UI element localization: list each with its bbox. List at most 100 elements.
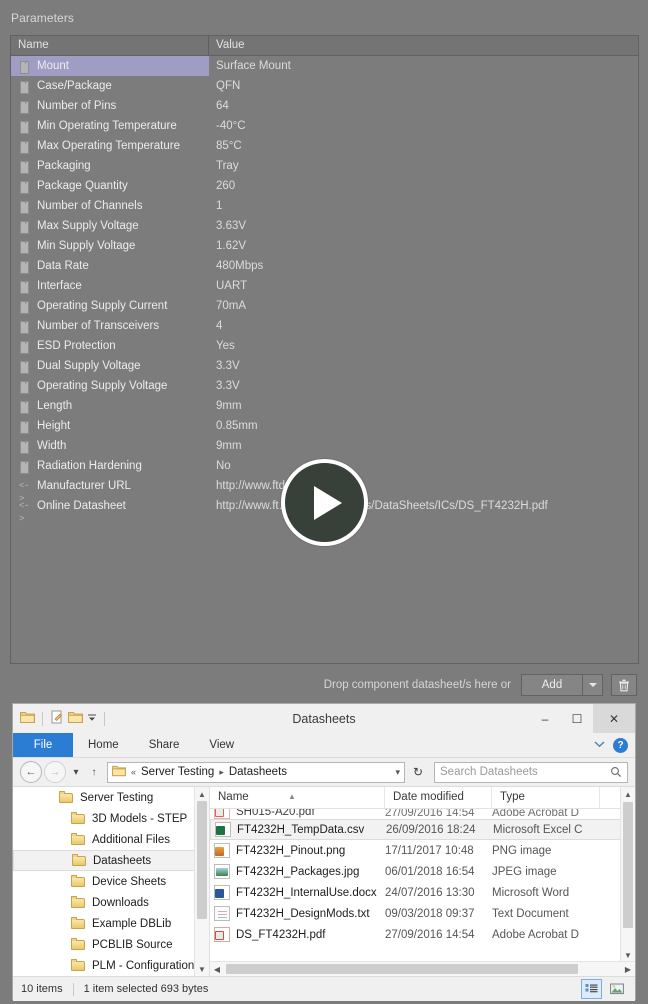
explorer-title-bar[interactable]: Datasheets – ☐ ✕ [13,704,635,733]
chevron-up-icon[interactable]: ▲ [621,787,635,801]
parameter-row[interactable]: Max Operating Temperature 85°C [11,136,638,156]
tree-item-device-sheets[interactable]: Device Sheets [13,871,209,892]
parameter-row[interactable]: Length 9mm [11,396,638,416]
table-row[interactable]: SH015-A20.pdf 27/09/2016 14:54 Adobe Acrob… [210,809,635,819]
help-icon[interactable]: ? [613,737,628,753]
tab-share[interactable]: Share [134,733,195,757]
breadcrumb-item-server-testing[interactable]: Server Testing [141,766,214,778]
large-icons-view-icon[interactable] [606,979,627,999]
parameter-row[interactable]: Max Supply Voltage 3.63V [11,216,638,236]
column-header-date-modified[interactable]: Date modified [385,787,492,808]
tree-item-label: PLM - Configuration [92,959,195,972]
column-header-name[interactable]: Name [11,36,209,55]
column-header-name[interactable]: Name ▲ [210,787,385,808]
file-list-hscrollbar[interactable]: ◀ ▶ [210,961,635,976]
maximize-button[interactable]: ☐ [561,704,593,733]
parameter-name-label: Max Operating Temperature [37,140,180,152]
parameter-row[interactable]: Width 9mm [11,436,638,456]
add-button[interactable]: Add [521,674,583,696]
parameter-row[interactable]: Operating Supply Voltage 3.3V [11,376,638,396]
parameter-row[interactable]: Number of Channels 1 [11,196,638,216]
delete-datasheet-button[interactable] [611,674,637,696]
nav-scroll-thumb[interactable] [197,801,207,919]
parameter-row[interactable]: Mount Surface Mount [11,56,638,76]
add-dropdown-button[interactable] [583,674,603,696]
tree-item-additional-files[interactable]: Additional Files [13,829,209,850]
parameter-row[interactable]: Min Supply Voltage 1.62V [11,236,638,256]
tree-item-example-dblib[interactable]: Example DBLib [13,913,209,934]
parameter-row[interactable]: Dual Supply Voltage 3.3V [11,356,638,376]
parameter-row[interactable]: Min Operating Temperature -40°C [11,116,638,136]
breadcrumb[interactable]: « Server Testing ▸ Datasheets ▾ [107,761,405,783]
parameter-row[interactable]: Number of Pins 64 [11,96,638,116]
customize-qat-icon[interactable] [87,711,97,726]
refresh-icon[interactable]: ↻ [407,761,429,784]
chevron-down-icon[interactable]: ▼ [195,962,209,976]
search-input[interactable]: Search Datasheets [434,761,628,783]
table-row[interactable]: FT4232H_Packages.jpg 06/01/2018 16:54 JPEG… [210,861,635,882]
parameter-row[interactable]: Packaging Tray [11,156,638,176]
table-row[interactable]: FT4232H_Pinout.png 17/11/2017 10:48 PNG im… [210,840,635,861]
tree-item-plm-configuration[interactable]: PLM - Configuration [13,955,209,976]
chevron-up-icon[interactable]: ▲ [195,787,209,801]
tree-item-pcblib-source[interactable]: PCBLIB Source [13,934,209,955]
column-header-value[interactable]: Value [209,36,638,55]
table-row[interactable]: DS_FT4232H.pdf 27/09/2016 14:54 Adobe Acro… [210,924,635,945]
parameter-row[interactable]: Case/Package QFN [11,76,638,96]
properties-icon[interactable] [50,710,64,727]
parameter-row[interactable]: Operating Supply Current 70mA [11,296,638,316]
parameter-name-cell: Interface [11,276,209,296]
hscroll-thumb[interactable] [226,964,578,974]
table-row[interactable]: FT4232H_InternalUse.docx 24/07/2016 13:30… [210,882,635,903]
folder-icon [71,833,86,846]
chevron-down-icon[interactable]: ▾ [395,767,400,778]
breadcrumb-separator[interactable]: ▸ [219,767,224,778]
forward-arrow-icon[interactable]: → [44,761,66,783]
new-folder-icon[interactable] [68,710,83,727]
document-icon [19,380,30,394]
chevron-right-icon[interactable]: ▶ [621,965,635,974]
parameter-name-cell: Max Operating Temperature [11,136,209,156]
back-arrow-icon[interactable]: ← [20,761,42,783]
tree-item-server-testing[interactable]: Server Testing [13,787,209,808]
chevron-left-icon[interactable]: ◀ [210,965,224,974]
parameter-row[interactable]: Package Quantity 260 [11,176,638,196]
parameter-value-cell: 0.85mm [216,420,258,432]
recent-locations-icon[interactable]: ▾ [68,762,84,782]
parameter-row[interactable]: ESD Protection Yes [11,336,638,356]
breadcrumb-overflow[interactable]: « [131,767,136,777]
tree-item-label: Device Sheets [92,875,167,888]
minimize-button[interactable]: – [529,704,561,733]
table-row[interactable]: FT4232H_TempData.csv 26/09/2016 18:24 Micr… [210,819,635,840]
column-header-type[interactable]: Type [492,787,600,808]
chevron-down-icon[interactable] [594,739,605,751]
tree-item-datasheets[interactable]: Datasheets [13,850,209,871]
chevron-down-icon[interactable]: ▼ [621,948,635,962]
parameter-value-cell: 9mm [216,440,242,452]
tree-item-downloads[interactable]: Downloads [13,892,209,913]
parameters-title: Parameters [11,11,75,25]
close-button[interactable]: ✕ [593,704,635,733]
breadcrumb-item-datasheets[interactable]: Datasheets [229,766,287,778]
search-placeholder: Search Datasheets [440,766,538,778]
parameters-grid[interactable]: Name Value Mount Surface Mount Case/Packag… [10,35,639,664]
tab-home[interactable]: Home [73,733,134,757]
parameter-row[interactable]: Height 0.85mm [11,416,638,436]
folder-icon[interactable] [20,710,35,727]
parameter-row[interactable]: Data Rate 480Mbps [11,256,638,276]
parameter-row[interactable]: Interface UART [11,276,638,296]
document-icon [19,340,30,354]
document-icon [19,320,30,334]
parameter-name-label: Case/Package [37,80,112,92]
up-arrow-icon[interactable]: ↑ [86,762,102,782]
tree-item-3d-models-step[interactable]: 3D Models - STEP [13,808,209,829]
video-play-button[interactable] [281,459,368,546]
file-list-scrollbar[interactable]: ▲ ▼ [620,787,635,962]
tab-view[interactable]: View [194,733,249,757]
tab-file[interactable]: File [13,733,73,757]
parameter-row[interactable]: Number of Transceivers 4 [11,316,638,336]
details-view-icon[interactable] [581,979,602,999]
table-row[interactable]: FT4232H_DesignMods.txt 09/03/2018 09:37 Te… [210,903,635,924]
nav-pane-scrollbar[interactable]: ▲ ▼ [194,787,209,976]
file-scroll-thumb[interactable] [623,802,633,928]
